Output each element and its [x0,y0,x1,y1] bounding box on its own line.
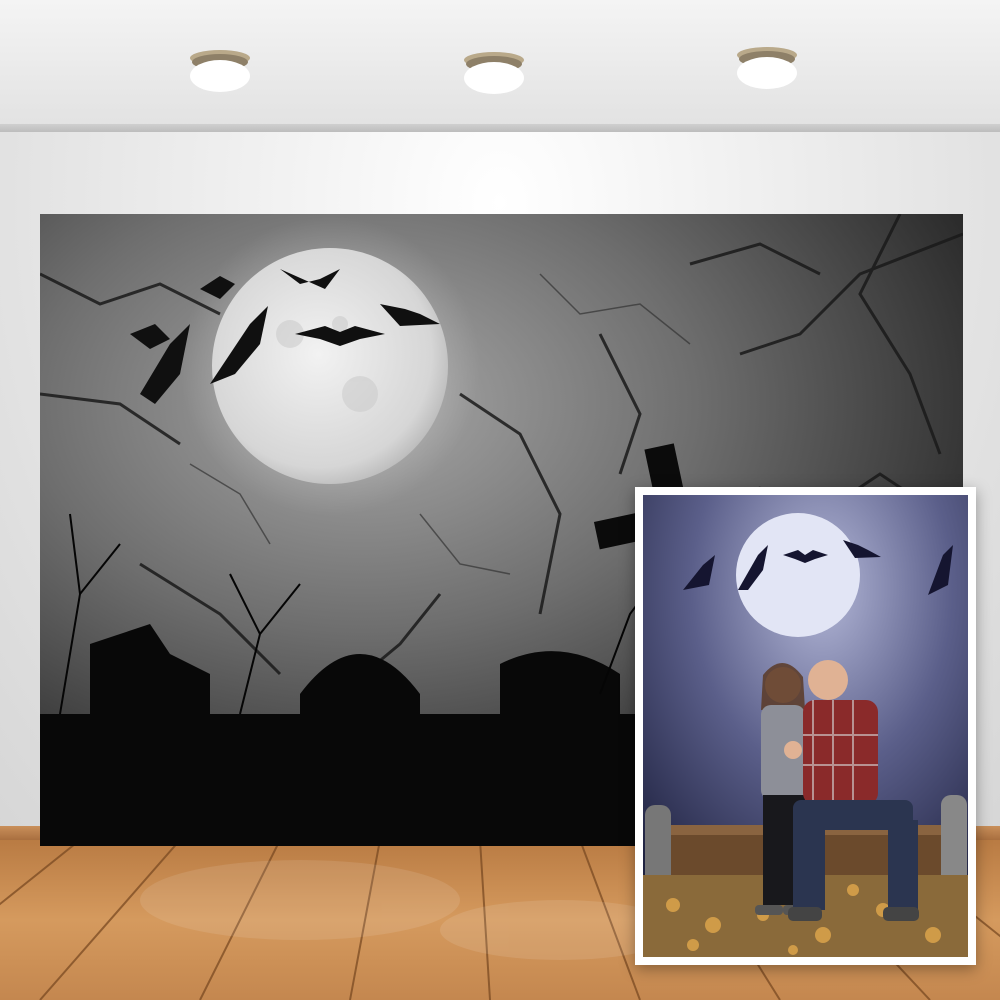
sample-photo [643,495,968,957]
moon [212,248,448,484]
sample-photo-card [635,487,976,965]
cornice [0,124,1000,132]
ceiling-light-3 [737,47,797,89]
ceiling-light-2 [464,52,524,94]
ceiling-light-1 [190,50,250,92]
